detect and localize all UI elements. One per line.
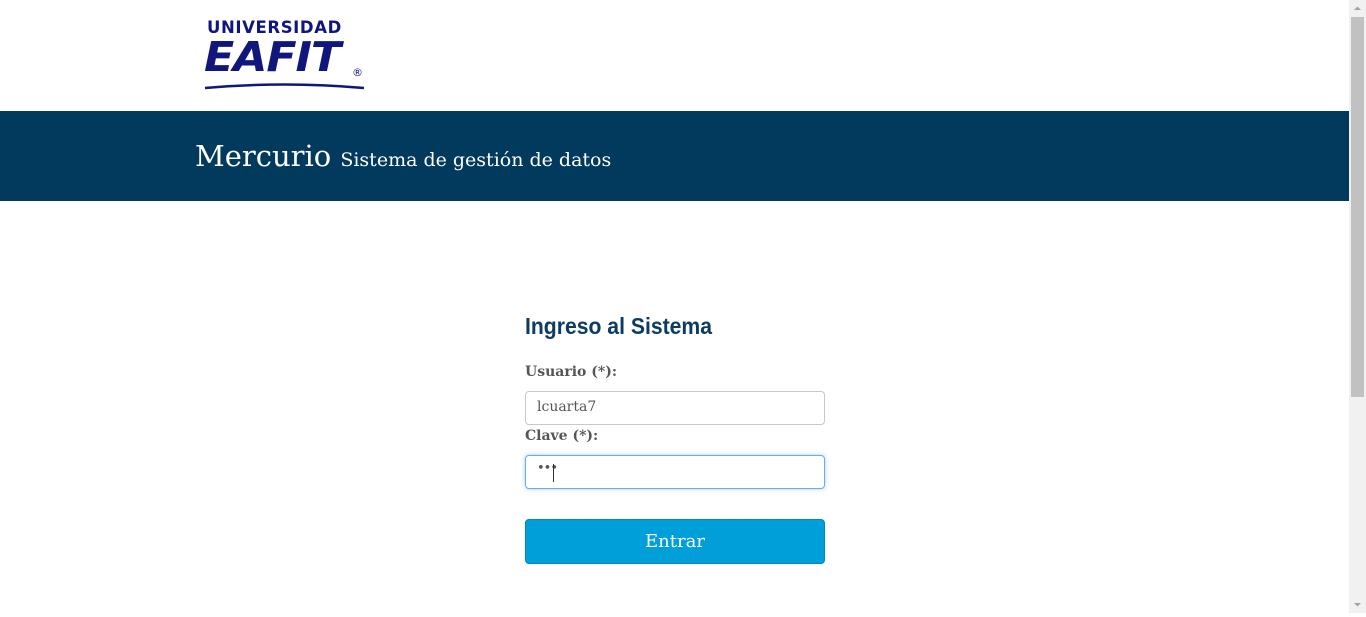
registered-mark: ® (352, 66, 363, 79)
username-label: Usuario (*): (525, 364, 617, 380)
header-logo-area: UNIVERSIDAD EAFIT ® (0, 0, 1349, 111)
chevron-down-icon[interactable] (1349, 596, 1366, 613)
login-title: Ingreso al Sistema (525, 313, 712, 339)
logo-swoosh-icon (204, 83, 365, 90)
password-label: Clave (*): (525, 428, 599, 444)
login-page: UNIVERSIDAD EAFIT ® Mercurio Sistema de … (0, 0, 1349, 613)
password-masked-value: ••• (537, 461, 558, 476)
app-subtitle: Sistema de gestión de datos (340, 149, 612, 171)
app-brand: Mercurio Sistema de gestión de datos (195, 139, 611, 173)
app-name: Mercurio (195, 139, 332, 173)
eafit-logo[interactable]: UNIVERSIDAD EAFIT ® (204, 18, 368, 92)
scrollbar-thumb[interactable] (1351, 17, 1364, 397)
app-banner: Mercurio Sistema de gestión de datos (0, 111, 1349, 201)
username-input[interactable]: lcuarta7 (525, 391, 825, 425)
logo-text-eafit: EAFIT (204, 33, 341, 81)
login-submit-button[interactable]: Entrar (525, 519, 825, 564)
vertical-scrollbar[interactable] (1349, 0, 1366, 613)
username-value: lcuarta7 (537, 399, 597, 415)
chevron-up-icon[interactable] (1349, 0, 1366, 17)
login-form: Ingreso al Sistema Usuario (*): lcuarta7… (525, 311, 825, 564)
password-input[interactable]: ••• (525, 455, 825, 489)
text-caret (553, 464, 554, 482)
